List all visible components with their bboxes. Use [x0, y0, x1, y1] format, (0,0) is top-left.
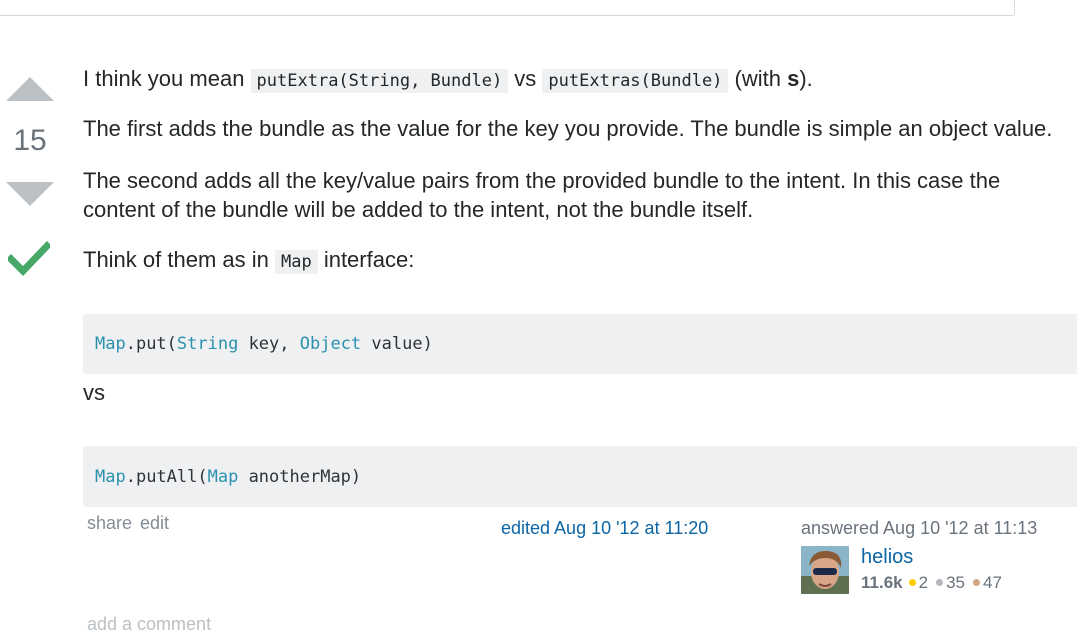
paragraph-3: The second adds all the key/value pairs …	[83, 168, 1001, 222]
inline-code-putextras: putExtras(Bundle)	[542, 69, 729, 93]
code-block-put: Map .put(String key, Object value)	[83, 314, 1077, 374]
code-token: Map	[95, 334, 126, 354]
silver-badge-icon	[936, 579, 944, 587]
gold-badge-count: 2	[918, 573, 929, 592]
vs-text: vs	[83, 380, 105, 405]
bronze-badge-count: 47	[983, 573, 1002, 592]
code-block-putall: Map .putAll(Map anotherMap)	[83, 446, 1077, 507]
silver-badge-count: 35	[946, 573, 965, 592]
code-token: Map	[95, 466, 126, 487]
answered-timestamp: answered Aug 10 '12 at 11:13	[801, 518, 1038, 538]
paragraph-4: Think of them as in Map interface:	[83, 245, 414, 277]
post-menu: share edit	[87, 513, 177, 534]
paragraph-1: I think you mean putExtra(String, Bundle…	[83, 64, 813, 96]
accepted-check-icon	[8, 241, 50, 276]
text: vs	[508, 66, 543, 91]
edit-link[interactable]: edit	[140, 513, 169, 533]
share-link[interactable]: share	[87, 513, 132, 533]
inline-code-map: Map	[274, 250, 318, 274]
code-token: key,	[238, 334, 300, 354]
bold-s: s	[787, 66, 800, 91]
edited-timestamp-link[interactable]: edited Aug 10 '12 at 11:20	[501, 518, 708, 539]
upvote-arrow-icon[interactable]	[6, 77, 54, 101]
code-token: value)	[361, 334, 433, 354]
code-token: Map	[207, 466, 239, 487]
text: interface:	[317, 247, 415, 272]
downvote-arrow-icon[interactable]	[6, 182, 54, 206]
code-token: Object	[299, 334, 362, 354]
code-token: anotherMap)	[238, 466, 362, 487]
gold-badge-icon	[908, 579, 916, 587]
user-avatar[interactable]	[801, 546, 849, 594]
previous-post-container	[0, 0, 1015, 16]
code-token: String	[176, 334, 239, 354]
user-name-link[interactable]: helios	[861, 546, 913, 569]
reputation-score: 11.6k	[861, 573, 903, 592]
text: ).	[799, 66, 813, 91]
code-token: .putAll(	[125, 466, 208, 487]
code-token: .put(	[125, 334, 177, 354]
vote-count: 15	[13, 124, 47, 157]
text: Think of them as in	[83, 247, 275, 272]
avatar-image	[801, 546, 849, 594]
user-reputation: 11.6k 2 35 47	[861, 573, 1010, 593]
bronze-badge-icon	[973, 579, 980, 587]
text: I think you mean	[83, 66, 251, 91]
inline-code-putextra: putExtra(String, Bundle)	[250, 69, 509, 93]
text: (with	[728, 66, 788, 91]
paragraph-2: The first adds the bundle as the value f…	[83, 116, 1053, 141]
